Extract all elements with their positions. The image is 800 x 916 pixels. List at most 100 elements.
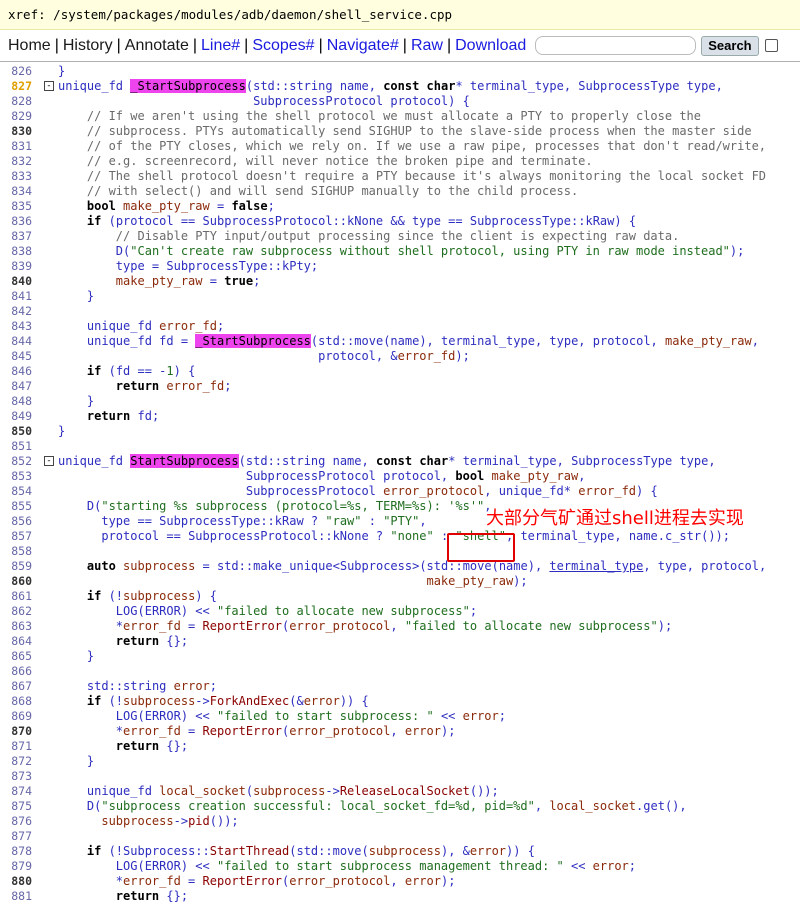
code-text: if (!Subprocess::StartThread(std::move(s… bbox=[86, 844, 535, 858]
code-line-875: 875 D("subprocess creation successful: l… bbox=[0, 799, 800, 814]
line-number[interactable]: 847 bbox=[0, 379, 32, 394]
line-number[interactable]: 848 bbox=[0, 394, 32, 409]
search-input[interactable] bbox=[535, 36, 697, 55]
code-line-876: 876 subprocess->pid()); bbox=[0, 814, 800, 829]
fold-toggle-icon[interactable]: - bbox=[44, 456, 54, 466]
line-number[interactable]: 846 bbox=[0, 364, 32, 379]
option-checkbox[interactable] bbox=[764, 39, 778, 52]
code-text: SubprocessProtocol error_protocol, uniqu… bbox=[245, 484, 658, 498]
line-number[interactable]: 867 bbox=[0, 679, 32, 694]
code-text: LOG(ERROR) << "failed to allocate new su… bbox=[115, 604, 478, 618]
nav-history[interactable]: History bbox=[63, 37, 113, 55]
code-text: return fd; bbox=[86, 409, 160, 423]
annotation-note: 大部分气矿通过shell进程去实现 bbox=[486, 508, 744, 529]
nav-home[interactable]: Home bbox=[8, 37, 51, 55]
line-number[interactable]: 854 bbox=[0, 484, 32, 499]
line-number[interactable]: 834 bbox=[0, 184, 32, 199]
line-number[interactable]: 862 bbox=[0, 604, 32, 619]
line-number[interactable]: 859 bbox=[0, 559, 32, 574]
code-text: D("Can't create raw subprocess without s… bbox=[115, 244, 745, 258]
code-text: D("starting %s subprocess (protocol=%s, … bbox=[86, 499, 492, 513]
line-number[interactable]: 853 bbox=[0, 469, 32, 484]
code-text: // with select() and will send SIGHUP ma… bbox=[86, 184, 579, 198]
xref-path: /system/packages/modules/adb/daemon/shel… bbox=[53, 7, 453, 22]
line-number[interactable]: 826 bbox=[0, 64, 32, 79]
code-line-838: 838 D("Can't create raw subprocess witho… bbox=[0, 244, 800, 259]
line-number[interactable]: 864 bbox=[0, 634, 32, 649]
line-number[interactable]: 856 bbox=[0, 514, 32, 529]
line-number[interactable]: 831 bbox=[0, 139, 32, 154]
line-number[interactable]: 861 bbox=[0, 589, 32, 604]
line-number[interactable]: 873 bbox=[0, 769, 32, 784]
code-text: if (!subprocess->ForkAndExec(&error)) { bbox=[86, 694, 369, 708]
line-number[interactable]: 827 bbox=[0, 79, 32, 94]
line-number[interactable]: 877 bbox=[0, 829, 32, 844]
line-number[interactable]: 871 bbox=[0, 739, 32, 754]
line-number[interactable]: 870 bbox=[0, 724, 32, 739]
xref-bar: xref: /system/packages/modules/adb/daemo… bbox=[0, 0, 800, 30]
fold-toggle-icon[interactable]: - bbox=[44, 81, 54, 91]
line-number[interactable]: 833 bbox=[0, 169, 32, 184]
line-number[interactable]: 840 bbox=[0, 274, 32, 289]
line-number[interactable]: 845 bbox=[0, 349, 32, 364]
code-text: } bbox=[58, 289, 95, 303]
code-line-837: 837 // Disable PTY input/output processi… bbox=[0, 229, 800, 244]
code-line-865: 865 } bbox=[0, 649, 800, 664]
line-number[interactable]: 830 bbox=[0, 124, 32, 139]
line-number[interactable]: 868 bbox=[0, 694, 32, 709]
code-line-878: 878 if (!Subprocess::StartThread(std::mo… bbox=[0, 844, 800, 859]
nav-download[interactable]: Download bbox=[455, 37, 526, 55]
code-line-877: 877 bbox=[0, 829, 800, 844]
line-number[interactable]: 863 bbox=[0, 619, 32, 634]
code-line-842: 842 bbox=[0, 304, 800, 319]
line-number[interactable]: 879 bbox=[0, 859, 32, 874]
line-number[interactable]: 837 bbox=[0, 229, 32, 244]
nav-scopes[interactable]: Scopes# bbox=[252, 37, 314, 55]
code-line-829: 829 // If we aren't using the shell prot… bbox=[0, 109, 800, 124]
line-number[interactable]: 839 bbox=[0, 259, 32, 274]
line-number[interactable]: 829 bbox=[0, 109, 32, 124]
line-number[interactable]: 878 bbox=[0, 844, 32, 859]
line-number[interactable]: 849 bbox=[0, 409, 32, 424]
line-number[interactable]: 838 bbox=[0, 244, 32, 259]
code-line-880: 880 *error_fd = ReportError(error_protoc… bbox=[0, 874, 800, 889]
line-number[interactable]: 881 bbox=[0, 889, 32, 904]
line-number[interactable]: 858 bbox=[0, 544, 32, 559]
line-number[interactable]: 851 bbox=[0, 439, 32, 454]
code-text: return error_fd; bbox=[115, 379, 232, 393]
line-number[interactable]: 865 bbox=[0, 649, 32, 664]
line-number[interactable]: 855 bbox=[0, 499, 32, 514]
line-number[interactable]: 828 bbox=[0, 94, 32, 109]
code-line-833: 833 // The shell protocol doesn't requir… bbox=[0, 169, 800, 184]
code-text: // subprocess. PTYs automatically send S… bbox=[86, 124, 752, 138]
code-text: return {}; bbox=[115, 889, 189, 903]
nav-annotate[interactable]: Annotate bbox=[125, 37, 189, 55]
nav-line-numbers[interactable]: Line# bbox=[201, 37, 240, 55]
line-number[interactable]: 841 bbox=[0, 289, 32, 304]
line-number[interactable]: 836 bbox=[0, 214, 32, 229]
code-line-834: 834 // with select() and will send SIGHU… bbox=[0, 184, 800, 199]
search-button[interactable]: Search bbox=[701, 35, 759, 56]
line-number[interactable]: 850 bbox=[0, 424, 32, 439]
line-number[interactable]: 844 bbox=[0, 334, 32, 349]
code-text: type == SubprocessType::kRaw ? "raw" : "… bbox=[101, 514, 427, 528]
line-number[interactable]: 860 bbox=[0, 574, 32, 589]
line-number[interactable]: 876 bbox=[0, 814, 32, 829]
line-number[interactable]: 843 bbox=[0, 319, 32, 334]
line-number[interactable]: 880 bbox=[0, 874, 32, 889]
nav-raw[interactable]: Raw bbox=[411, 37, 443, 55]
line-number[interactable]: 852 bbox=[0, 454, 32, 469]
line-number[interactable]: 874 bbox=[0, 784, 32, 799]
line-number[interactable]: 872 bbox=[0, 754, 32, 769]
code-text: } bbox=[58, 754, 95, 768]
line-number[interactable]: 842 bbox=[0, 304, 32, 319]
line-number[interactable]: 857 bbox=[0, 529, 32, 544]
code-line-863: 863 *error_fd = ReportError(error_protoc… bbox=[0, 619, 800, 634]
line-number[interactable]: 869 bbox=[0, 709, 32, 724]
code-line-827: 827 - unique_fd _StartSubprocess(std::stri… bbox=[0, 79, 800, 94]
nav-navigate[interactable]: Navigate# bbox=[327, 37, 399, 55]
line-number[interactable]: 835 bbox=[0, 199, 32, 214]
line-number[interactable]: 875 bbox=[0, 799, 32, 814]
line-number[interactable]: 832 bbox=[0, 154, 32, 169]
line-number[interactable]: 866 bbox=[0, 664, 32, 679]
